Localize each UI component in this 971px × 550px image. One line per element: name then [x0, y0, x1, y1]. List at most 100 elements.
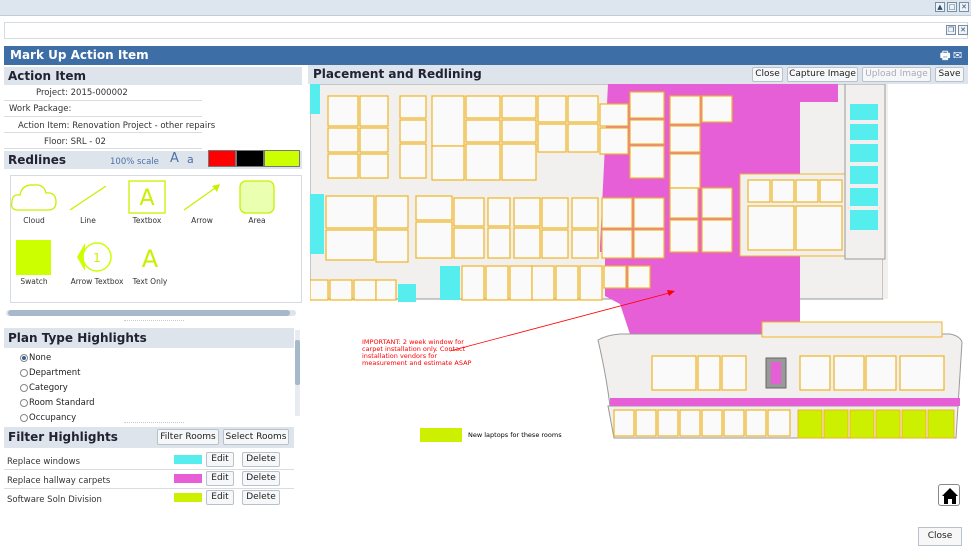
font-size-large-button[interactable]: A	[170, 151, 179, 166]
radio-option-department[interactable]: Department	[20, 368, 80, 378]
plan-type-scrollbar-thumb[interactable]	[295, 340, 300, 385]
radio-option-category[interactable]: Category	[20, 383, 68, 393]
filter-row-label: Replace windows	[7, 457, 81, 467]
color-red-swatch[interactable]	[208, 150, 236, 167]
arrow-icon	[183, 184, 220, 211]
arrow-tool-label: Arrow	[191, 216, 213, 225]
legend-label: New laptops for these rooms	[468, 431, 562, 439]
text-only-tool[interactable]: A Text Only	[123, 239, 177, 286]
radio-label: Category	[29, 383, 68, 393]
filter-row-label: Replace hallway carpets	[7, 476, 111, 486]
email-icon[interactable]: ✉	[953, 46, 962, 65]
arrow-textbox-number: 1	[93, 251, 101, 265]
radio-icon	[20, 368, 28, 377]
cloud-icon	[10, 184, 57, 211]
radio-option-occupancy[interactable]: Occupancy	[20, 413, 76, 422]
redline-annotation[interactable]: IMPORTANT: 2 week window for carpet inst…	[362, 338, 472, 367]
swatch-tool[interactable]: Swatch	[7, 239, 61, 286]
divider	[4, 148, 202, 149]
cloud-tool[interactable]: Cloud	[7, 180, 61, 225]
arrow-textbox-icon: 1	[77, 242, 112, 272]
filter-row-delete-button[interactable]: Delete	[242, 452, 280, 467]
legend-swatch	[420, 428, 462, 442]
placement-title: Placement and Redlining	[313, 67, 482, 81]
resize-handle[interactable]	[124, 320, 184, 323]
filter-row-swatch	[174, 455, 202, 464]
radio-icon	[20, 383, 28, 392]
restore-dialog-icon[interactable]: ❐	[946, 25, 956, 35]
left-panel: Action Item Project: 2015-000002 Work Pa…	[4, 65, 304, 510]
plan-structure	[309, 83, 963, 439]
radio-option-none[interactable]: None	[20, 353, 51, 363]
floor-plan[interactable]: IMPORTANT: 2 week window for carpet inst…	[309, 83, 966, 510]
home-icon	[942, 488, 958, 504]
color-lime-swatch[interactable]	[264, 150, 300, 167]
line-tool[interactable]: Line	[61, 180, 115, 225]
plan-type-scrollbar[interactable]	[295, 330, 300, 416]
text-only-tool-label: Text Only	[132, 277, 168, 286]
print-icon[interactable]: 🖶	[940, 46, 950, 65]
work-package-field: Work Package:	[9, 104, 72, 114]
divider	[4, 100, 202, 101]
resize-handle[interactable]	[124, 422, 184, 425]
dialog-title: Mark Up Action Item	[10, 48, 149, 62]
capture-image-button[interactable]: Capture Image	[787, 67, 858, 82]
annotation-line: measurement and estimate ASAP	[362, 359, 472, 367]
swatch-tool-label: Swatch	[20, 277, 48, 286]
textbox-icon: A	[128, 180, 166, 214]
radio-option-room-standard[interactable]: Room Standard	[20, 398, 95, 408]
area-tool[interactable]: Area	[230, 180, 284, 225]
floor-plan-drawing[interactable]: IMPORTANT: 2 week window for carpet inst…	[309, 83, 966, 510]
action-item-heading: Action Item	[4, 67, 302, 85]
filter-row-delete-button[interactable]: Delete	[242, 471, 280, 486]
filter-row-edit-button[interactable]: Edit	[206, 490, 234, 505]
divider	[4, 469, 294, 470]
minimize-icon[interactable]: ▲	[935, 2, 945, 12]
textbox-tool-label: Textbox	[132, 216, 162, 225]
filter-row-edit-button[interactable]: Edit	[206, 452, 234, 467]
radio-label: Room Standard	[29, 398, 95, 408]
horizontal-scrollbar-thumb[interactable]	[8, 310, 290, 316]
action-item-field: Action Item: Renovation Project - other …	[18, 121, 216, 131]
radio-label: Occupancy	[29, 413, 77, 422]
text-only-icon: A	[142, 245, 159, 273]
scale-label: 100% scale	[110, 157, 159, 167]
dialog-toolbar: ❐ ✕	[4, 22, 968, 39]
cloud-tool-label: Cloud	[23, 216, 45, 225]
arrow-textbox-tool[interactable]: 1 Arrow Textbox	[70, 239, 124, 286]
horizontal-scrollbar[interactable]	[6, 310, 296, 316]
filter-row-swatch	[174, 493, 202, 502]
line-tool-label: Line	[80, 216, 96, 225]
plan-type-heading: Plan Type Highlights	[4, 328, 294, 348]
area-icon	[239, 180, 275, 214]
upload-image-button[interactable]: Upload Image	[862, 67, 931, 82]
font-size-small-button[interactable]: a	[187, 153, 194, 166]
radio-label: None	[29, 353, 52, 363]
project-field: Project: 2015-000002	[36, 88, 128, 98]
divider	[4, 132, 202, 133]
footer-close-button[interactable]: Close	[918, 527, 962, 546]
divider	[4, 488, 294, 489]
save-button[interactable]: Save	[935, 67, 964, 82]
arrow-tool[interactable]: Arrow	[175, 180, 229, 225]
placement-panel: Placement and Redlining Close Capture Im…	[308, 65, 968, 510]
radio-icon	[20, 413, 28, 422]
filter-rooms-button[interactable]: Filter Rooms	[157, 429, 219, 445]
textbox-tool[interactable]: A Textbox	[120, 180, 174, 225]
placement-close-button[interactable]: Close	[752, 67, 783, 82]
swatch-icon	[16, 240, 51, 275]
home-button[interactable]	[938, 484, 960, 506]
color-black-swatch[interactable]	[236, 150, 264, 167]
floor-field: Floor: SRL - 02	[44, 137, 106, 147]
select-rooms-button[interactable]: Select Rooms	[223, 429, 289, 445]
close-dialog-icon[interactable]: ✕	[958, 25, 968, 35]
filter-row-delete-button[interactable]: Delete	[242, 490, 280, 505]
arrow-textbox-tool-label: Arrow Textbox	[70, 277, 124, 286]
close-icon[interactable]: ✕	[959, 2, 969, 12]
redlines-title: Redlines	[8, 153, 67, 167]
filter-row-edit-button[interactable]: Edit	[206, 471, 234, 486]
radio-icon	[20, 398, 28, 407]
restore-icon[interactable]: □	[947, 2, 957, 12]
area-tool-label: Area	[248, 216, 266, 225]
text-only-icon-letter: A	[142, 245, 159, 273]
